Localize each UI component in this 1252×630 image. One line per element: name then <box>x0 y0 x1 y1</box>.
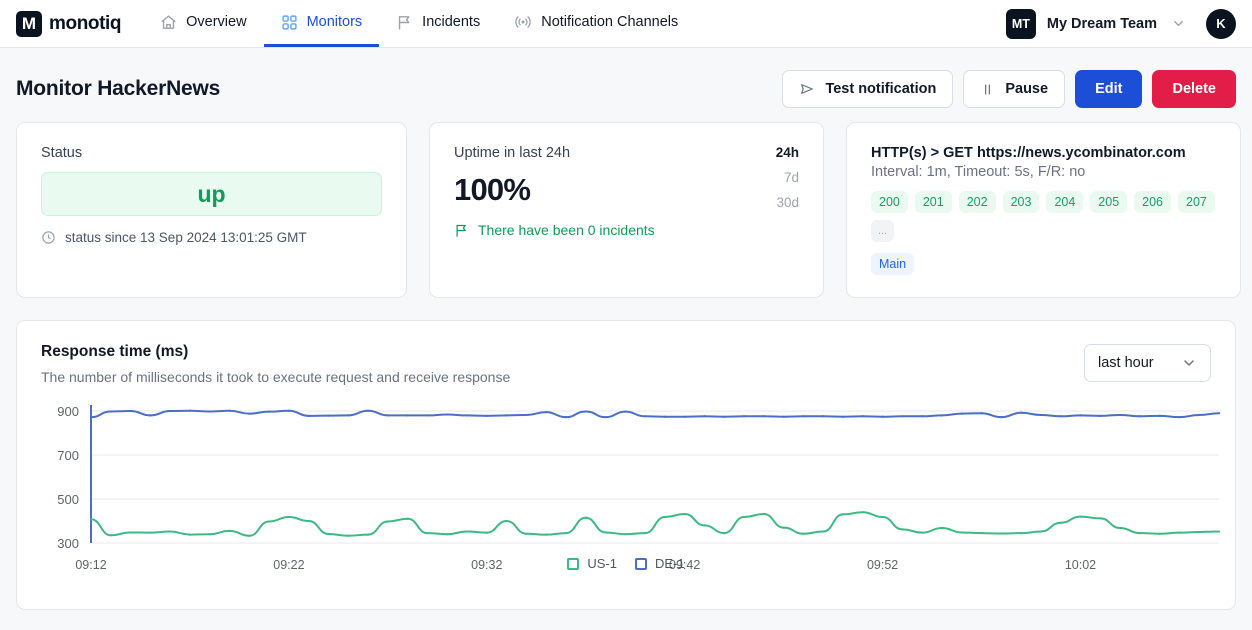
page-title: Monitor HackerNews <box>16 77 221 100</box>
team-switcher[interactable]: MT My Dream Team <box>1005 8 1186 39</box>
chevron-down-icon <box>1171 16 1186 31</box>
request-tag-chip: Main <box>871 253 915 275</box>
uptime-range-24h[interactable]: 24h <box>776 145 799 160</box>
uptime-range-30d[interactable]: 30d <box>776 195 799 210</box>
legend-item-de1[interactable]: DE-1 <box>635 556 685 571</box>
status-badge: up <box>41 172 382 216</box>
svg-text:300: 300 <box>57 536 79 551</box>
status-code-more-chip[interactable]: ... <box>871 220 895 242</box>
clock-icon <box>41 230 56 245</box>
status-card-label: Status <box>41 145 83 161</box>
response-time-chart: 300 500 700 900 09:12 09:22 09:32 09:42 09:52 10:… <box>17 393 1235 583</box>
user-avatar[interactable]: K <box>1206 8 1236 39</box>
home-icon <box>160 14 177 31</box>
svg-text:900: 900 <box>57 404 79 419</box>
delete-label: Delete <box>1172 81 1216 97</box>
chevron-down-icon <box>1181 355 1197 371</box>
status-card: Status up status since 13 Sep 2024 13:01… <box>16 122 407 298</box>
uptime-range-switcher: 24h 7d 30d <box>776 145 799 238</box>
svg-text:700: 700 <box>57 448 79 463</box>
broadcast-icon <box>514 13 532 31</box>
status-code-chip: 200 <box>871 191 908 213</box>
request-card: HTTP(s) > GET https://news.ycombinator.c… <box>846 122 1241 298</box>
primary-nav: Overview Monitors Incidents Notification… <box>143 0 695 47</box>
legend-label-us1: US-1 <box>587 556 617 571</box>
summary-cards: Status up status since 13 Sep 2024 13:01… <box>0 122 1252 298</box>
panel-subtitle: The number of milliseconds it took to ex… <box>41 369 511 385</box>
time-range-selected-label: last hour <box>1098 355 1154 371</box>
team-name-label: My Dream Team <box>1046 15 1157 32</box>
pause-button[interactable]: Pause <box>963 70 1066 108</box>
legend-label-de1: DE-1 <box>655 556 685 571</box>
status-code-chip: 207 <box>1178 191 1215 213</box>
edit-button[interactable]: Edit <box>1075 70 1143 108</box>
nav-label-monitors: Monitors <box>306 14 363 30</box>
flag-icon <box>454 223 469 238</box>
nav-label-incidents: Incidents <box>422 14 481 30</box>
time-range-select[interactable]: last hour <box>1084 344 1211 382</box>
nav-item-incidents[interactable]: Incidents <box>379 0 497 47</box>
test-notification-label: Test notification <box>825 81 937 97</box>
send-icon <box>799 81 815 97</box>
status-since-row: status since 13 Sep 2024 13:01:25 GMT <box>41 230 382 245</box>
chart-legend: US-1 DE-1 <box>17 556 1235 571</box>
flag-icon <box>396 14 413 31</box>
status-code-chip: 206 <box>1134 191 1172 213</box>
nav-item-overview[interactable]: Overview <box>143 0 263 47</box>
uptime-card: Uptime in last 24h 100% There have been … <box>429 122 824 298</box>
nav-item-monitors[interactable]: Monitors <box>263 0 380 47</box>
panel-title: Response time (ms) <box>41 343 189 360</box>
legend-item-us1[interactable]: US-1 <box>567 556 617 571</box>
pause-icon <box>980 82 995 97</box>
status-code-chip: 205 <box>1090 191 1128 213</box>
brand-wordmark: monotiq <box>49 12 122 34</box>
status-code-chip: 202 <box>958 191 996 213</box>
page-header: Monitor HackerNews Test notification Pau… <box>0 48 1252 122</box>
incidents-label: There have been 0 incidents <box>478 222 655 238</box>
chart-svg: 30050070090009:12 09:22 09:32 09:42 09:52 10:… <box>57 404 1221 572</box>
delete-button[interactable]: Delete <box>1152 70 1236 108</box>
request-subtitle: Interval: 1m, Timeout: 5s, F/R: no <box>871 164 1086 180</box>
nav-item-notification-channels[interactable]: Notification Channels <box>497 0 695 47</box>
request-title: HTTP(s) > GET https://news.ycombinator.c… <box>871 145 1186 161</box>
legend-swatch-us1 <box>567 557 580 570</box>
status-code-chip: 201 <box>914 191 952 213</box>
nav-label-overview: Overview <box>186 14 247 30</box>
page-actions: Test notification Pause Edit Delete <box>782 70 1236 108</box>
legend-swatch-de1 <box>635 557 647 570</box>
status-since-label: status since 13 Sep 2024 13:01:25 GMT <box>65 230 307 245</box>
panel-header: Response time (ms) The number of millise… <box>17 321 1235 385</box>
navbar-right: MT My Dream Team K <box>1005 0 1236 47</box>
test-notification-button[interactable]: Test notification <box>782 70 954 108</box>
top-navbar: M monotiq Overview Monitors Incidents No… <box>0 0 1252 48</box>
team-avatar: MT <box>1005 8 1036 39</box>
incidents-row: There have been 0 incidents <box>454 222 776 238</box>
status-code-chips: 200 201 202 203 204 205 206 207 ... <box>871 191 1216 242</box>
nav-label-notification-channels: Notification Channels <box>541 14 679 30</box>
grid-icon <box>281 14 298 31</box>
brand-logo[interactable]: M monotiq <box>16 0 143 47</box>
uptime-value: 100% <box>454 172 531 207</box>
request-tags: Main <box>871 253 1216 275</box>
response-time-panel: Response time (ms) The number of millise… <box>16 320 1236 610</box>
status-code-chip: 204 <box>1046 191 1084 213</box>
status-code-chip: 203 <box>1002 191 1040 213</box>
brand-mark-icon: M <box>16 10 42 37</box>
svg-text:500: 500 <box>57 492 79 507</box>
uptime-range-7d[interactable]: 7d <box>784 170 799 185</box>
pause-label: Pause <box>1005 81 1049 97</box>
uptime-title: Uptime in last 24h <box>454 145 571 161</box>
edit-label: Edit <box>1095 81 1123 97</box>
